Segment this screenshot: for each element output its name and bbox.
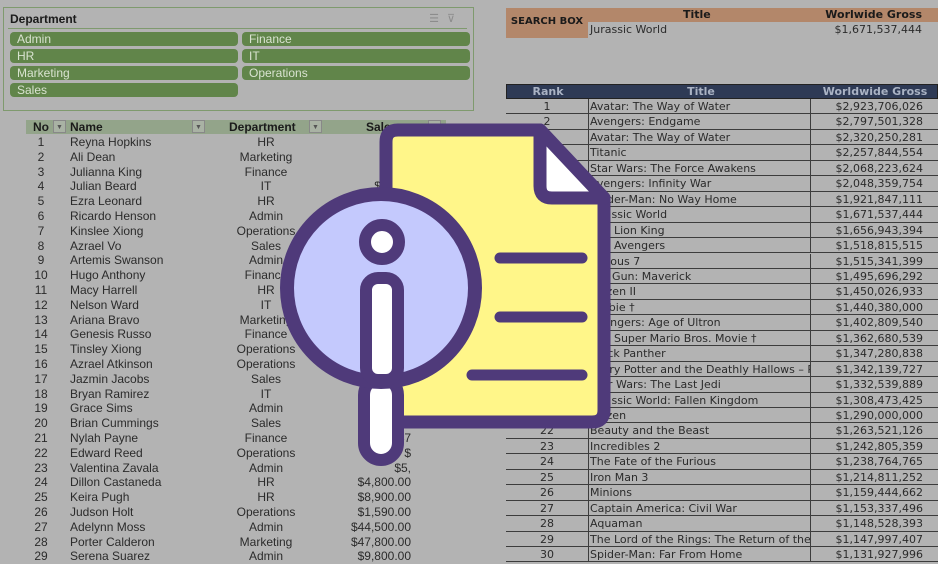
info-document-overlay <box>280 123 611 466</box>
